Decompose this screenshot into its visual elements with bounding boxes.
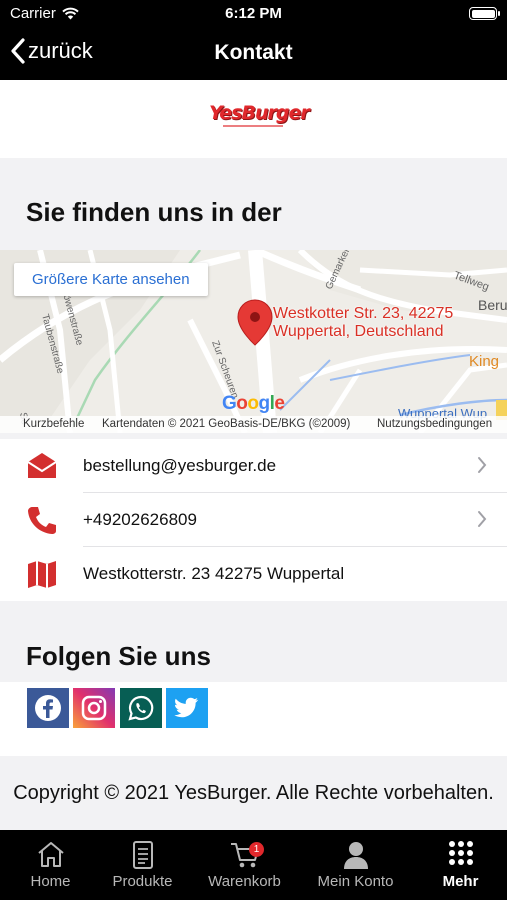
contact-address-text: Westkotterstr. 23 42275 Wuppertal: [83, 564, 345, 583]
tab-home[interactable]: Home: [0, 830, 101, 900]
tab-bar: Home Produkte 1 Warenkorb Mein Konto Meh…: [0, 830, 507, 900]
map-data-credit: Kartendaten © 2021 GeoBasis-DE/BKG (©200…: [102, 418, 351, 430]
status-bar: Carrier 6:12 PM: [0, 0, 507, 28]
tab-more[interactable]: Mehr: [410, 830, 507, 900]
map-shortcuts-link[interactable]: Kurzbefehle: [23, 418, 84, 430]
user-icon: [343, 842, 368, 869]
envelope-icon: [27, 453, 57, 478]
map-view[interactable]: Gemarkerstr. Tellweg Beru King Löwenstra…: [0, 250, 507, 433]
grid-icon: [448, 841, 473, 865]
tab-cart-label: Warenkorb: [208, 873, 281, 890]
contact-email-text: bestellung@yesburger.de: [83, 456, 277, 475]
social-links: [0, 682, 507, 756]
find-us-heading: Sie finden uns in der: [26, 197, 282, 227]
pin-label-line2: Wuppertal, Deutschland: [273, 323, 444, 340]
home-icon: [37, 842, 64, 867]
map-terms-link[interactable]: Nutzungsbedingungen: [377, 418, 492, 430]
map-icon: [28, 561, 56, 588]
logo-text: YesBurger: [209, 102, 310, 124]
twitter-icon[interactable]: [166, 688, 208, 728]
tab-home-label: Home: [30, 873, 71, 890]
tab-account[interactable]: Mein Konto: [305, 830, 406, 900]
battery-icon: [469, 7, 500, 20]
contact-phone-text: +49202626809: [83, 510, 197, 529]
contact-email-row[interactable]: bestellung@yesburger.de: [0, 439, 507, 493]
facebook-icon[interactable]: [27, 688, 69, 728]
tab-account-label: Mein Konto: [317, 873, 394, 890]
map-attribution: Kurzbefehle Kartendaten © 2021 GeoBasis-…: [0, 416, 507, 433]
poi-label: King: [469, 353, 499, 370]
tab-products[interactable]: Produkte: [92, 830, 193, 900]
pin-label-line1: Westkotter Str. 23, 42275: [273, 305, 454, 322]
whatsapp-icon[interactable]: [120, 688, 162, 728]
street-label: Beru: [478, 297, 507, 313]
cart-badge: 1: [249, 842, 264, 857]
copyright-text: Copyright © 2021 YesBurger. Alle Rechte …: [13, 782, 494, 804]
tab-products-label: Produkte: [112, 873, 173, 890]
chevron-right-icon: [478, 511, 487, 527]
navigation-bar: zurück Kontakt: [0, 28, 507, 80]
logo-band: YesBurger: [0, 80, 507, 158]
tab-more-label: Mehr: [442, 873, 479, 890]
contact-phone-row[interactable]: +49202626809: [0, 493, 507, 547]
chevron-right-icon: [478, 457, 487, 473]
menu-card-icon: [132, 841, 153, 869]
pin-label: Westkotter Str. 23, 42275 Wuppertal, Deu…: [273, 305, 453, 341]
larger-map-button[interactable]: Größere Karte ansehen: [14, 263, 208, 296]
page-title: Kontakt: [214, 41, 293, 64]
instagram-icon[interactable]: [73, 688, 115, 728]
phone-icon: [28, 507, 56, 534]
contact-list: bestellung@yesburger.de +49202626809 Wes…: [0, 439, 507, 601]
follow-us-heading: Folgen Sie uns: [26, 641, 211, 671]
tab-cart[interactable]: 1 Warenkorb: [194, 830, 295, 900]
clock: 6:12 PM: [225, 5, 282, 22]
contact-address-row[interactable]: Westkotterstr. 23 42275 Wuppertal: [0, 547, 507, 601]
yesburger-logo: YesBurger: [209, 102, 310, 134]
google-logo: Google: [222, 393, 285, 414]
